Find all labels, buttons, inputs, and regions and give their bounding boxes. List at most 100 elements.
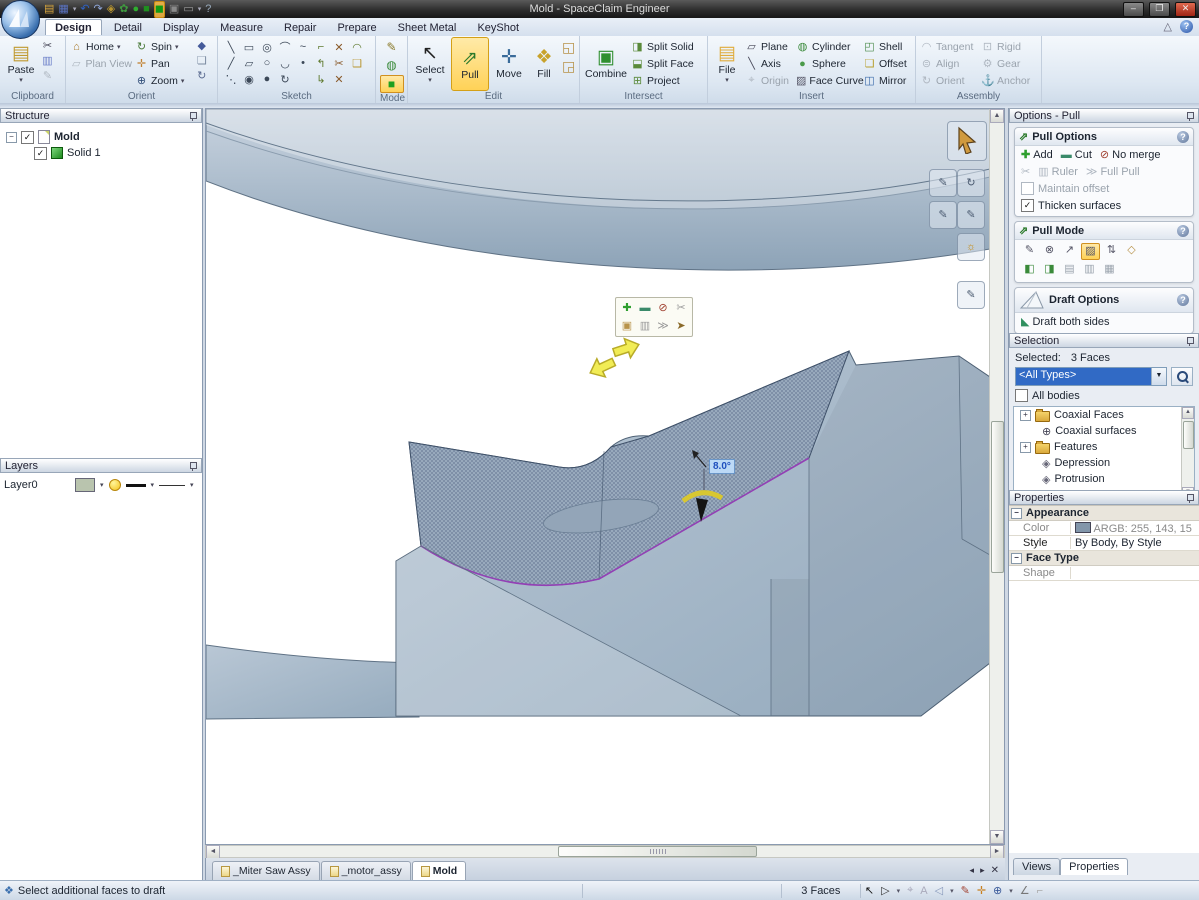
dropdown-icon[interactable]: ▾ — [897, 887, 901, 895]
all-bodies-checkbox[interactable] — [1015, 389, 1028, 402]
tab-keyshot[interactable]: KeyShot — [468, 20, 528, 35]
solid-mode-icon[interactable]: ■ — [380, 75, 404, 93]
spin-tool-icon[interactable]: ◁ — [935, 884, 943, 897]
pull-key-icon[interactable]: ➤ — [672, 317, 690, 335]
sketch-ellipse-icon[interactable]: ◉ — [244, 73, 254, 86]
collapse-icon[interactable]: − — [6, 132, 17, 143]
sketch-construction-icon[interactable]: ⋱ — [226, 73, 237, 86]
face-type-group-row[interactable]: − Face Type — [1009, 551, 1199, 566]
horizontal-scrollbar[interactable]: ◄ ► — [205, 845, 1005, 858]
draft-angle-value[interactable]: 8.0° — [709, 459, 735, 474]
mini-toolbar[interactable]: ✚ ▬ ⊘ ✂ ▣ ▥ ≫ ➤ — [615, 297, 693, 337]
layer-visibility-bulb-icon[interactable] — [109, 479, 121, 491]
sketch-arc-icon[interactable]: ⌒ — [280, 39, 291, 55]
snap-icon[interactable]: ⌖ — [907, 884, 913, 897]
move-button[interactable]: ✛ Move — [492, 37, 526, 89]
open-icon[interactable]: ▤ — [44, 2, 54, 17]
undo-icon[interactable]: ↶ — [80, 2, 89, 17]
tab-prepare[interactable]: Prepare — [328, 20, 385, 35]
doc-tab-mold[interactable]: Mold — [412, 861, 467, 880]
no-merge-icon[interactable]: ⊘ — [654, 299, 672, 317]
section-mode-icon[interactable]: ◍ — [381, 57, 403, 73]
tab-sheet-metal[interactable]: Sheet Metal — [389, 20, 466, 35]
plane-button[interactable]: ▱ Plane — [745, 39, 793, 54]
line-style-sample[interactable] — [159, 485, 185, 486]
sketch-corner-icon[interactable]: ↰ — [316, 57, 325, 70]
help-icon[interactable]: ? — [1177, 294, 1189, 306]
split-solid-button[interactable]: ◨ Split Solid — [631, 39, 694, 54]
select-button[interactable]: ↖ Select ▾ — [412, 37, 448, 89]
detach-icon[interactable]: ✂ — [1021, 165, 1030, 178]
viewport-pull-button[interactable]: ✎ — [957, 281, 985, 309]
pull-draft-icon[interactable]: ▨ — [1081, 243, 1100, 260]
leaf-icon[interactable]: ✿ — [119, 2, 128, 17]
sketch-polygon-icon[interactable]: ▱ — [245, 57, 253, 70]
plan-view-button[interactable]: ▱ Plan View — [70, 56, 132, 71]
zoom-button[interactable]: ⊕ Zoom ▾ — [135, 73, 188, 88]
cut-option[interactable]: ▬ Cut — [1061, 149, 1092, 161]
scroll-right-icon[interactable]: ► — [990, 845, 1004, 859]
viewport-spin-button[interactable]: ↻ — [957, 169, 985, 197]
mirror-button[interactable]: ◫ Mirror — [863, 73, 909, 88]
spin-button[interactable]: ↻ Spin ▾ — [135, 39, 188, 54]
cut-material-icon[interactable]: ▬ — [636, 299, 654, 317]
no-merge-option[interactable]: ⊘ No merge — [1100, 148, 1161, 161]
sketch-circle2-icon[interactable]: ○ — [264, 57, 271, 69]
pull-option3-icon[interactable]: ▤ — [1061, 262, 1078, 277]
pull-scale-icon[interactable]: ⇅ — [1103, 243, 1120, 258]
viewport-annotate-button[interactable]: ✎ — [957, 201, 985, 229]
sketch-donut-icon[interactable]: ● — [264, 73, 271, 85]
pull-blend-icon[interactable]: ◧ — [1021, 262, 1038, 277]
selection-filter-combo[interactable]: <All Types> ▼ — [1015, 367, 1167, 386]
dropdown-icon[interactable]: ▾ — [73, 2, 77, 17]
gear-button[interactable]: ⚙ Gear — [981, 56, 1033, 71]
tree-scroll-thumb[interactable] — [1183, 421, 1194, 449]
sketch-line-icon[interactable]: ╲ — [228, 41, 235, 54]
scroll-down-icon[interactable]: ▼ — [990, 830, 1004, 844]
tree-item-depression[interactable]: ◈ Depression — [1014, 455, 1194, 471]
color-row[interactable]: Color ARGB: 255, 143, 15 — [1009, 521, 1199, 536]
prev-tab-icon[interactable]: ◂ — [970, 865, 975, 876]
axis-button[interactable]: ╲ Axis — [745, 56, 793, 71]
sketch-fillet-icon[interactable]: ⌐ — [318, 41, 324, 53]
save-icon[interactable]: ▦ — [58, 2, 68, 17]
dropdown-icon[interactable]: ▾ — [190, 481, 194, 489]
tree-item-protrusion[interactable]: ◈ Protrusion — [1014, 471, 1194, 487]
tab-properties[interactable]: Properties — [1060, 858, 1128, 875]
sketch-point-icon[interactable]: • — [301, 57, 305, 69]
sketch-spline-icon[interactable]: ~ — [300, 41, 306, 53]
measure-tool-icon[interactable]: ∠ — [1020, 884, 1030, 897]
project-button[interactable]: ⊞ Project — [631, 73, 694, 88]
minimize-button[interactable]: – — [1123, 2, 1144, 17]
origin-button[interactable]: ⌖ Origin — [745, 73, 793, 88]
style-row[interactable]: Style By Body, By Style — [1009, 536, 1199, 551]
detach-icon[interactable]: ✂ — [672, 299, 690, 317]
expand-icon[interactable]: + — [1020, 442, 1031, 453]
select-cursor-icon[interactable]: ↖ — [865, 884, 874, 897]
sketch-circle-icon[interactable]: ◎ — [262, 41, 272, 54]
full-pull-option[interactable]: ≫ Full Pull — [1086, 165, 1140, 178]
properties-panel-header[interactable]: Properties — [1009, 490, 1199, 505]
redo-icon[interactable]: ↷ — [94, 2, 103, 17]
pull-extrude-icon[interactable]: ↗ — [1061, 243, 1078, 258]
horizontal-scroll-thumb[interactable] — [558, 846, 757, 857]
pull-button[interactable]: ⇗ Pull — [451, 37, 489, 91]
paste-button[interactable]: ▤ Paste ▾ — [4, 37, 38, 89]
thicken-surfaces-checkbox[interactable]: ✓ — [1021, 199, 1034, 212]
collapse-icon[interactable]: − — [1011, 508, 1022, 519]
text-icon[interactable]: A — [920, 885, 927, 897]
viewport-select-button[interactable] — [947, 121, 987, 161]
anchor-button[interactable]: ⚓ Anchor — [981, 73, 1033, 88]
collapse-icon[interactable]: − — [1011, 553, 1022, 564]
dropdown-icon[interactable]: ▾ — [100, 481, 104, 489]
help-icon[interactable]: ? — [1177, 225, 1189, 237]
scroll-left-icon[interactable]: ◄ — [206, 845, 220, 859]
snap-rotate-icon[interactable]: ↻ — [195, 69, 208, 82]
solid-mode-icon[interactable]: ◼ — [154, 1, 165, 18]
full-pull-icon[interactable]: ≫ — [654, 317, 672, 335]
orient-button[interactable]: ↻ Orient — [920, 73, 978, 88]
replace-face-icon[interactable]: ◱ — [562, 39, 575, 56]
fill-button[interactable]: ❖ Fill — [529, 37, 559, 89]
view-cube-icon[interactable]: ◆ — [195, 39, 208, 52]
tree-item-solid1[interactable]: ✓ Solid 1 — [0, 145, 202, 161]
